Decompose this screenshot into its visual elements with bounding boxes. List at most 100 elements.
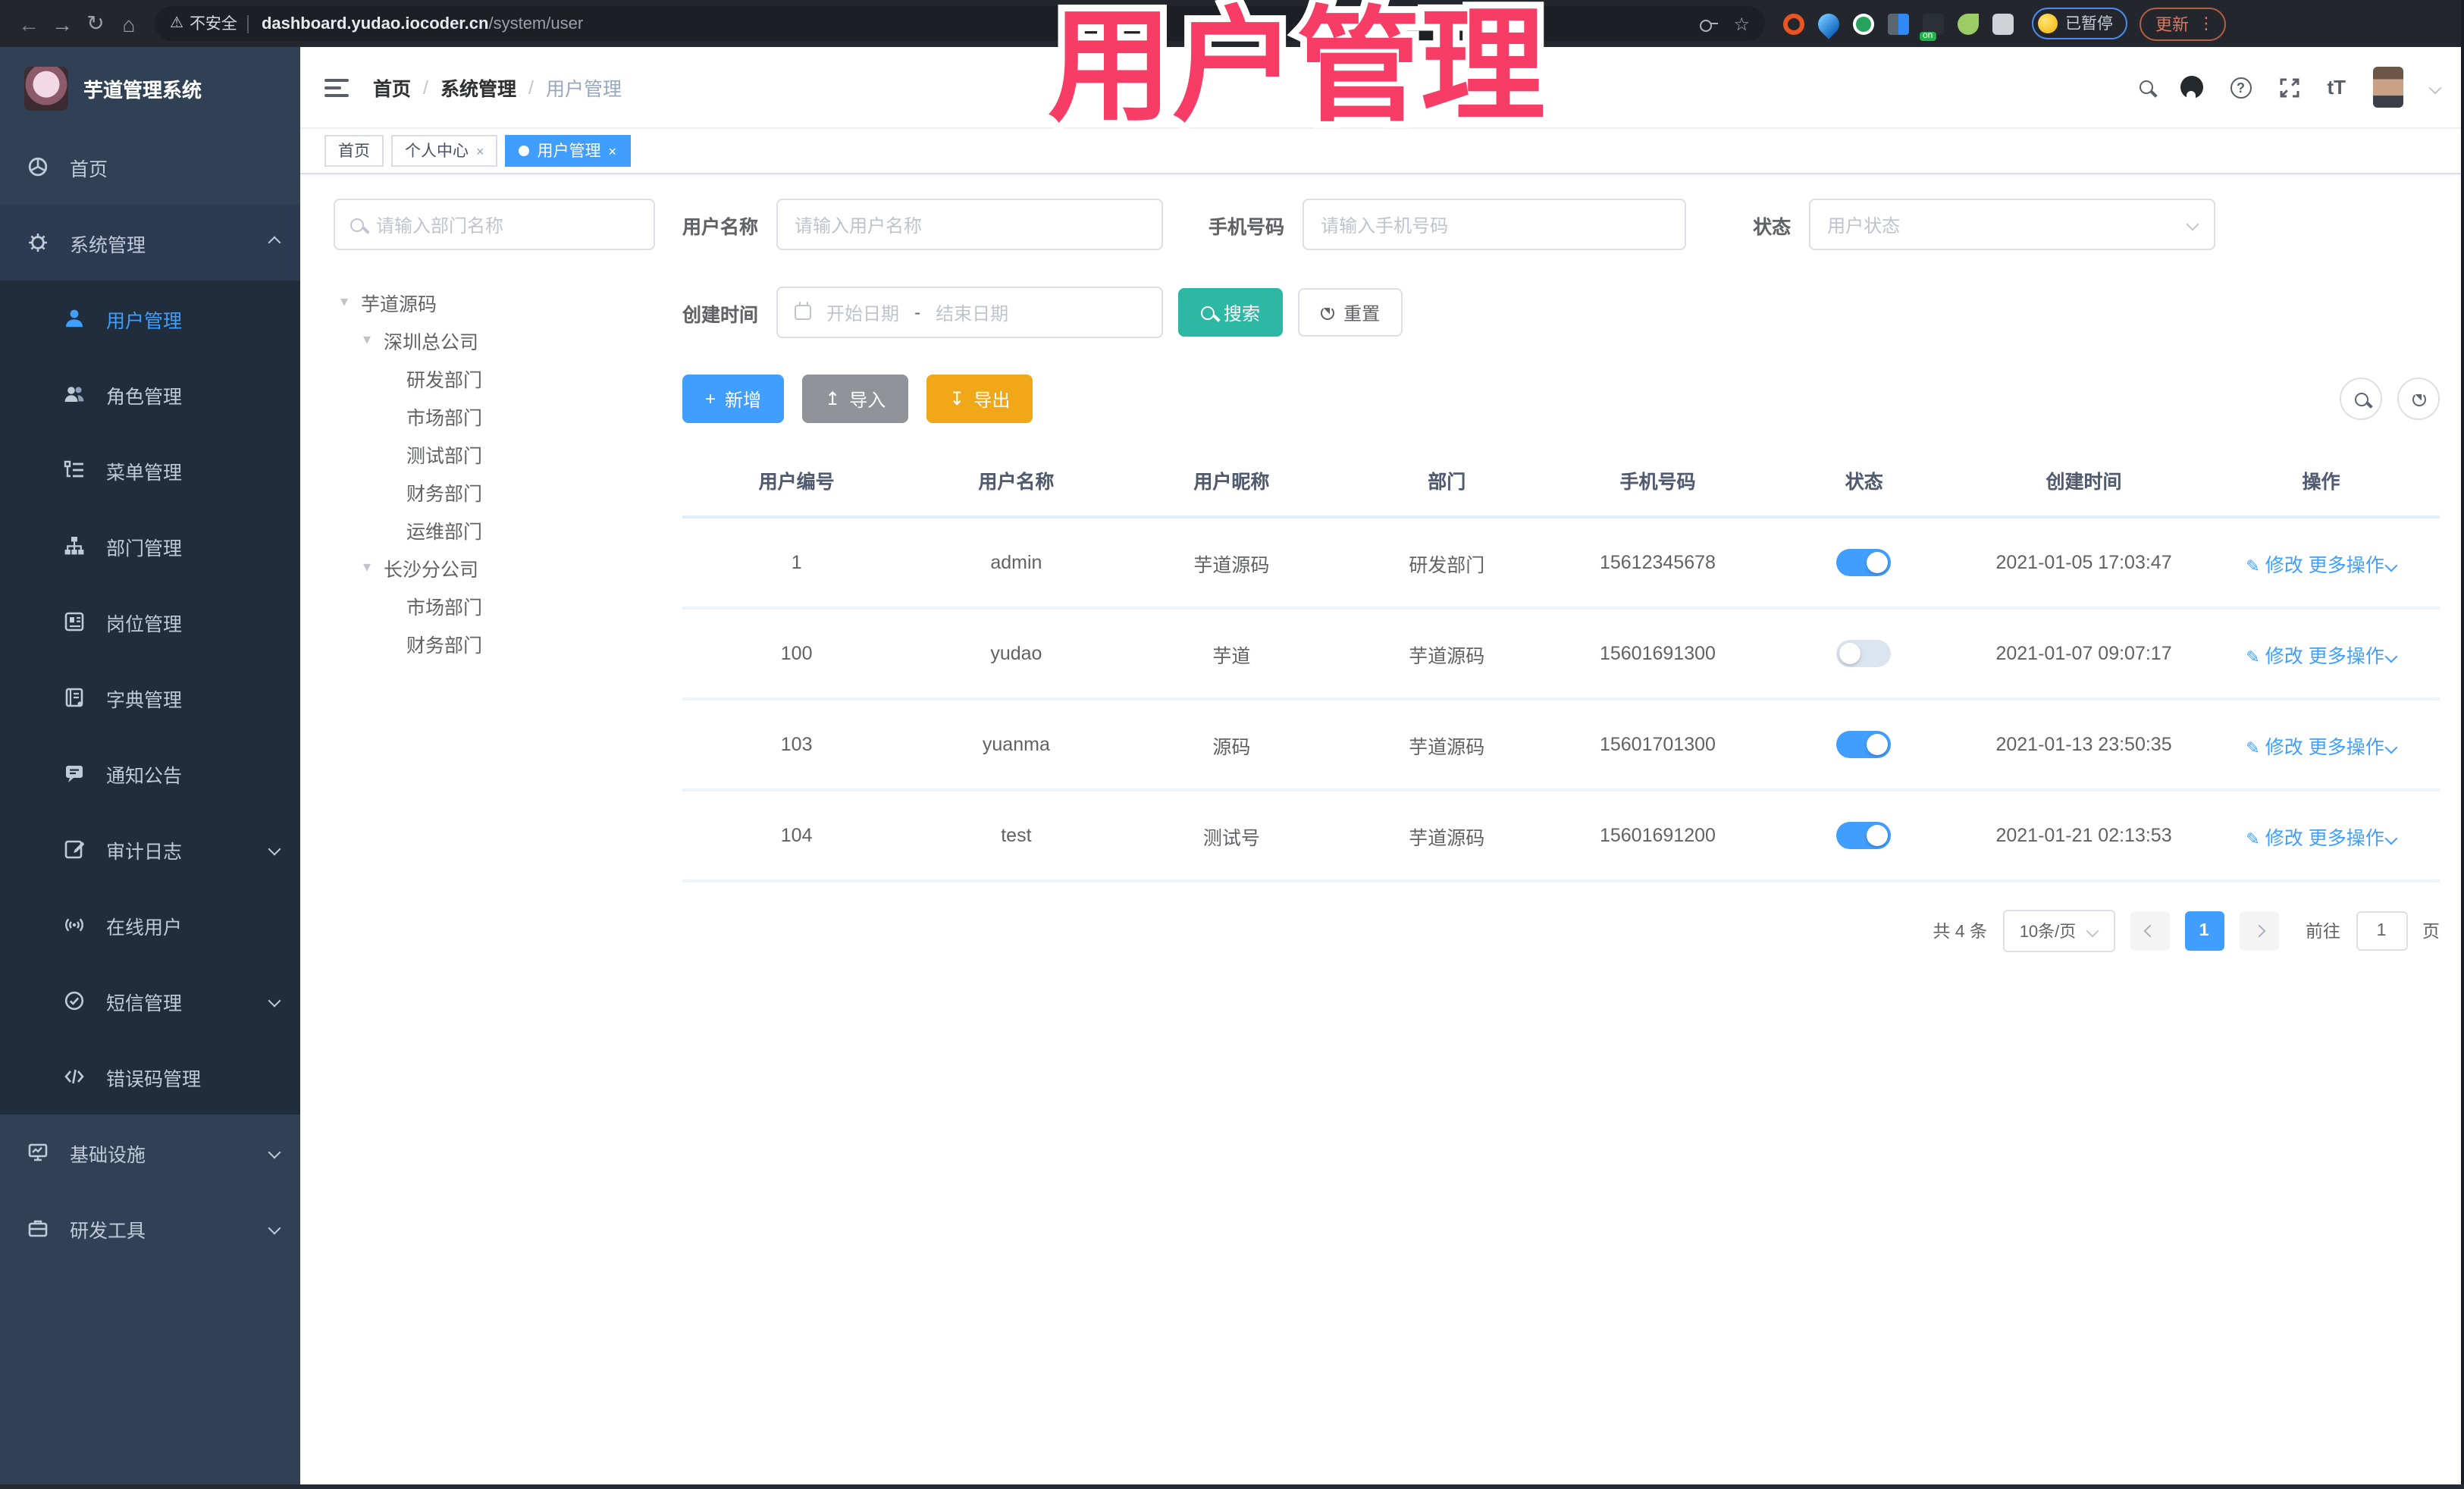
status-toggle[interactable] [1836, 549, 1892, 576]
sidebar-item-notice[interactable]: 通知公告 [0, 735, 300, 811]
tab-profile[interactable]: 个人中心 × [391, 135, 498, 167]
extension-orange-icon[interactable] [1783, 13, 1804, 34]
fullscreen-icon[interactable] [2278, 77, 2299, 98]
prev-page-button[interactable] [2130, 911, 2169, 951]
import-button[interactable]: ↥ 导入 [802, 375, 909, 423]
page-1-button[interactable]: 1 [2184, 911, 2224, 951]
caret-down-icon[interactable]: ▾ [359, 332, 375, 349]
date-range-picker[interactable]: 开始日期 - 结束日期 [776, 287, 1164, 338]
sidebar-collapse-icon[interactable] [324, 78, 349, 96]
user-avatar[interactable] [2373, 67, 2403, 108]
sidebar-item-role-mgmt[interactable]: 角色管理 [0, 356, 300, 432]
browser-profile-badge[interactable]: 已暂停 [2032, 8, 2127, 39]
tree-node[interactable]: 研发部门 [334, 359, 655, 397]
status-toggle[interactable] [1836, 822, 1892, 849]
help-icon[interactable]: ? [2230, 77, 2252, 98]
mobile-input[interactable]: 请输入手机号码 [1303, 199, 1687, 250]
divider [247, 14, 249, 33]
sidebar-item-audit-log[interactable]: 审计日志 [0, 811, 300, 887]
sidebar-item-label: 菜单管理 [106, 462, 183, 483]
password-key-icon[interactable] [1700, 19, 1719, 31]
col-status: 状态 [1763, 444, 1966, 519]
extension-leaf-icon[interactable] [1958, 13, 1979, 34]
browser-back-icon[interactable]: ← [12, 7, 45, 40]
status-select[interactable]: 用户状态 [1809, 199, 2216, 250]
sidebar-item-error-code[interactable]: 错误码管理 [0, 1039, 300, 1114]
tree-node[interactable]: ▾ 芋道源码 [334, 284, 655, 321]
sidebar-item-dept-mgmt[interactable]: 部门管理 [0, 508, 300, 584]
browser-menu-icon[interactable]: ⋮ [2198, 14, 2215, 33]
not-secure-label[interactable]: 不安全 [190, 12, 237, 35]
browser-update-button[interactable]: 更新 ⋮ [2139, 7, 2225, 40]
more-actions-link[interactable]: 更多操作 [2309, 554, 2399, 575]
export-button[interactable]: ↧ 导出 [926, 375, 1033, 423]
sidebar-item-online-users[interactable]: 在线用户 [0, 887, 300, 963]
sidebar-item-infra[interactable]: 基础设施 [0, 1114, 300, 1190]
infrastructure-icon [28, 1143, 48, 1161]
status-toggle[interactable] [1836, 640, 1892, 667]
breadcrumb-home[interactable]: 首页 [373, 73, 411, 102]
sidebar-item-user-mgmt[interactable]: 用户管理 [0, 281, 300, 356]
close-icon[interactable]: × [476, 143, 484, 158]
edit-link[interactable]: ✎ 修改 [2246, 827, 2303, 848]
tree-node[interactable]: 运维部门 [334, 511, 655, 549]
close-icon[interactable]: × [609, 143, 617, 158]
table-row: 104 test 测试号 芋道源码 15601691200 2021-01-21… [682, 790, 2440, 882]
tree-node[interactable]: 测试部门 [334, 435, 655, 473]
bookmark-star-icon[interactable]: ☆ [1733, 13, 1750, 34]
more-actions-link[interactable]: 更多操作 [2309, 827, 2399, 848]
show-search-toggle-button[interactable] [2340, 378, 2382, 420]
sidebar-item-system[interactable]: 系统管理 [0, 205, 300, 281]
caret-down-icon[interactable]: ▾ [337, 294, 352, 311]
extension-grid-icon[interactable] [1888, 13, 1909, 34]
font-size-icon[interactable]: tT [2327, 76, 2346, 99]
reset-button[interactable]: 重置 [1298, 288, 1403, 337]
avatar-dropdown-icon[interactable] [2428, 80, 2442, 94]
next-page-button[interactable] [2239, 911, 2278, 951]
page-size-select[interactable]: 10条/页 [2002, 910, 2114, 952]
breadcrumb-system[interactable]: 系统管理 [440, 73, 516, 102]
dept-search-input[interactable]: 请输入部门名称 [334, 199, 655, 250]
edit-link[interactable]: ✎ 修改 [2246, 554, 2303, 575]
refresh-table-button[interactable] [2397, 378, 2440, 420]
edit-link[interactable]: ✎ 修改 [2246, 645, 2303, 666]
col-actions: 操作 [2202, 444, 2440, 519]
extension-on-badge-icon[interactable] [1920, 13, 1944, 40]
total-count: 共 4 条 [1933, 923, 1987, 942]
caret-down-icon[interactable]: ▾ [359, 560, 375, 576]
address-bar[interactable]: ⚠ 不安全 dashboard.yudao.iocoder.cn /system… [155, 6, 1765, 41]
sidebar-item-post-mgmt[interactable]: 岗位管理 [0, 584, 300, 660]
tab-user-mgmt[interactable]: 用户管理 × [505, 135, 631, 167]
username-input[interactable]: 请输入用户名称 [776, 199, 1164, 250]
sidebar-item-home[interactable]: 首页 [0, 129, 300, 205]
sidebar-item-sms-mgmt[interactable]: 短信管理 [0, 963, 300, 1039]
tree-node[interactable]: 财务部门 [334, 473, 655, 511]
add-button[interactable]: + 新增 [682, 375, 785, 423]
browser-reload-icon[interactable]: ↻ [79, 7, 112, 40]
edit-link[interactable]: ✎ 修改 [2246, 736, 2303, 757]
extension-icons [1783, 8, 2014, 40]
tree-node[interactable]: 财务部门 [334, 625, 655, 663]
header-search-icon[interactable] [2139, 80, 2153, 94]
browser-forward-icon[interactable]: → [45, 7, 79, 40]
sidebar-item-dict-mgmt[interactable]: 字典管理 [0, 660, 300, 735]
extensions-puzzle-icon[interactable] [1992, 13, 2014, 34]
github-icon[interactable] [2180, 76, 2203, 99]
status-toggle[interactable] [1836, 731, 1892, 758]
search-button[interactable]: 搜索 [1178, 288, 1284, 337]
cell-user-id: 103 [682, 699, 911, 792]
tree-node[interactable]: ▾ 深圳总公司 [334, 321, 655, 359]
extension-green-icon[interactable] [1853, 13, 1874, 34]
sidebar-item-dev-tools[interactable]: 研发工具 [0, 1190, 300, 1266]
sidebar-header[interactable]: 芋道管理系统 [0, 47, 300, 129]
browser-home-icon[interactable]: ⌂ [112, 7, 146, 40]
extension-drop-icon[interactable] [1814, 8, 1844, 39]
sidebar-item-menu-mgmt[interactable]: 菜单管理 [0, 432, 300, 508]
more-actions-link[interactable]: 更多操作 [2309, 645, 2399, 666]
tab-home[interactable]: 首页 [324, 135, 384, 167]
more-actions-link[interactable]: 更多操作 [2309, 736, 2399, 757]
tree-node[interactable]: 市场部门 [334, 587, 655, 625]
tree-node[interactable]: 市场部门 [334, 397, 655, 435]
tree-node[interactable]: ▾ 长沙分公司 [334, 549, 655, 587]
goto-page-input[interactable]: 1 [2356, 911, 2407, 951]
